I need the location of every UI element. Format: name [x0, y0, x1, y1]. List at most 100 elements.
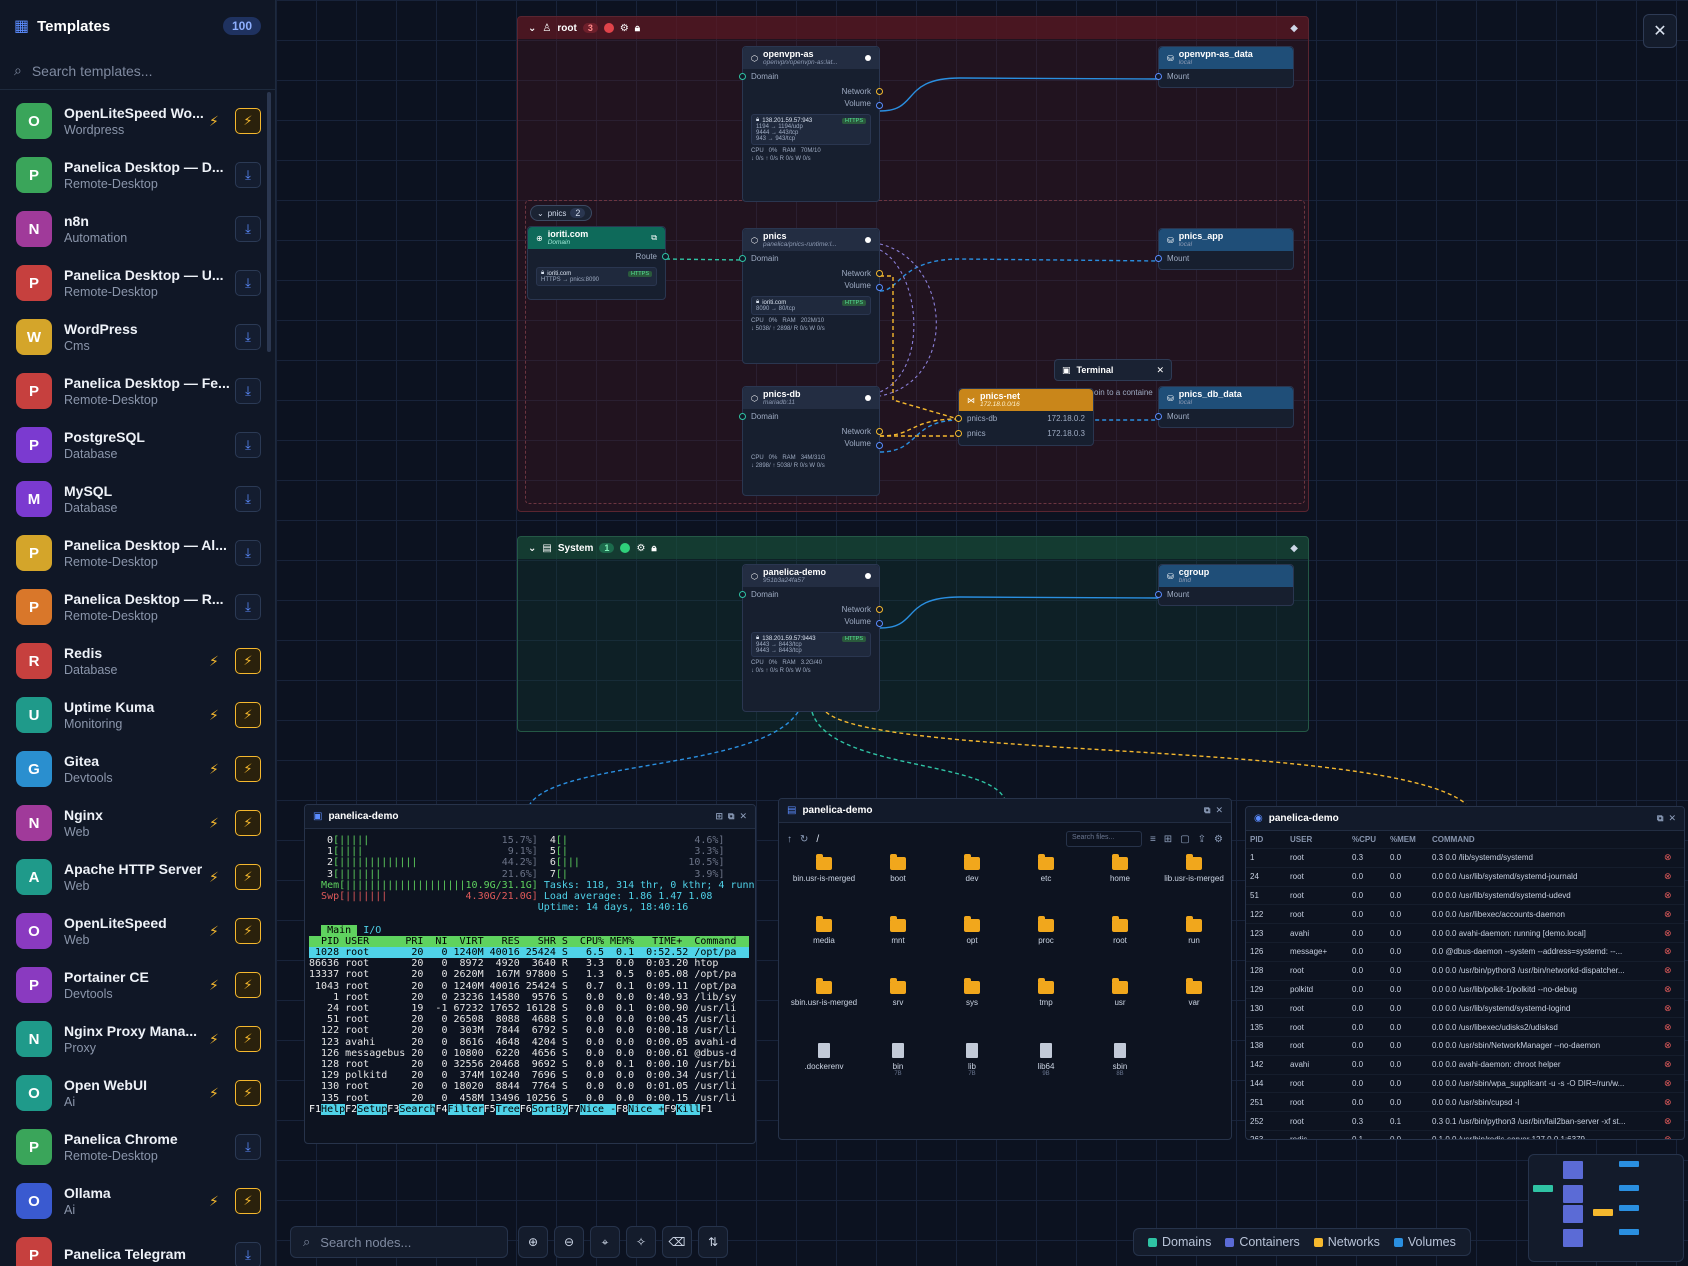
file-item[interactable]: sbin 8B [1083, 1043, 1157, 1097]
folder-item[interactable]: home [1083, 854, 1157, 911]
quick-deploy-button[interactable]: ⚡︎ [235, 864, 261, 890]
kill-process-icon[interactable]: ⊗ [1664, 1078, 1680, 1089]
running-status-icon[interactable] [620, 543, 631, 553]
download-button[interactable]: ⤓ [235, 378, 261, 404]
domain-port[interactable] [739, 413, 746, 420]
htop-terminal-panel[interactable]: ▣ panelica-demo ⊞ ⧉ ✕ 0[||||| 15.7%] 4[| 4… [304, 804, 756, 1144]
domain-link[interactable]: ioriti.com [547, 271, 571, 277]
folder-item[interactable]: srv [861, 978, 935, 1035]
table-row[interactable]: 126 message+ 0.0 0.0 0.0 @dbus-daemon --syst… [1246, 943, 1684, 962]
volume-node-pnics-db-data[interactable]: ⛁ pnics_db_data local Mount [1155, 386, 1294, 428]
kill-process-icon[interactable]: ⊗ [1664, 984, 1680, 995]
kill-process-icon[interactable]: ⊗ [1664, 871, 1680, 882]
domain-port[interactable] [739, 591, 746, 598]
column-header[interactable]: COMMAND [1432, 835, 1664, 844]
template-item[interactable]: M MySQL Database ⤓ [0, 472, 275, 526]
table-row[interactable]: 144 root 0.0 0.0 0.0 0.0 /usr/sbin/wpa_suppl… [1246, 1075, 1684, 1094]
template-item[interactable]: P Panelica Desktop — Fe... Remote-Desktop ⤓ [0, 364, 275, 418]
detach-icon[interactable]: ⧉ [728, 811, 734, 822]
kill-process-icon[interactable]: ⊗ [1664, 965, 1680, 976]
kill-process-icon[interactable]: ⊗ [1664, 890, 1680, 901]
file-browser-panel[interactable]: ▤ panelica-demo ⧉ ✕ ↑ ↻ / Search files...… [778, 798, 1232, 1140]
folder-item[interactable]: root [1083, 916, 1157, 973]
volume-node-cgroup[interactable]: ⛁ cgroup bind Mount [1155, 564, 1294, 606]
file-item[interactable]: .dockerenv [787, 1043, 861, 1097]
template-item[interactable]: P Panelica Desktop — D... Remote-Desktop ⤓ [0, 148, 275, 202]
kill-process-icon[interactable]: ⊗ [1664, 1040, 1680, 1051]
download-button[interactable]: ⤓ [235, 1242, 261, 1266]
template-item[interactable]: P Panelica Desktop — R... Remote-Desktop ⤓ [0, 580, 275, 634]
address-link[interactable]: 138.201.59.57:943 [762, 118, 812, 124]
external-link-icon[interactable]: ⧉ [651, 233, 657, 243]
download-button[interactable]: ⤓ [235, 1134, 261, 1160]
template-item[interactable]: P Panelica Telegram ⤓ [0, 1228, 275, 1266]
table-row[interactable]: 129 polkitd 0.0 0.0 0.0 0.0 /usr/lib/polkit-… [1246, 981, 1684, 1000]
fit-view-button[interactable]: ⌖ [590, 1226, 620, 1258]
column-header[interactable]: PID [1250, 835, 1290, 844]
container-node-pnics[interactable]: ⬡ pnics panelica/pnics-runtime:l... Doma… [739, 228, 883, 364]
download-button[interactable]: ⤓ [235, 216, 261, 242]
template-item[interactable]: O OpenLiteSpeed Web ⚡︎ ⚡︎ [0, 904, 275, 958]
column-header[interactable]: %MEM [1390, 835, 1432, 844]
quick-deploy-button[interactable]: ⚡︎ [235, 1188, 261, 1214]
folder-item[interactable]: boot [861, 854, 935, 911]
kill-process-icon[interactable]: ⊗ [1664, 1134, 1680, 1139]
volume-node-openvpn-data[interactable]: ⛁ openvpn-as_data local Mount [1155, 46, 1294, 88]
table-row[interactable]: 252 root 0.3 0.1 0.3 0.1 /usr/bin/python3 /u… [1246, 1112, 1684, 1131]
domain-port[interactable] [739, 73, 746, 80]
folder-item[interactable]: usr [1083, 978, 1157, 1035]
legend-item[interactable]: Containers [1225, 1235, 1300, 1249]
network-port[interactable] [876, 428, 883, 435]
template-item[interactable]: O Ollama Ai ⚡︎ ⚡︎ [0, 1174, 275, 1228]
mount-port[interactable] [1155, 73, 1162, 80]
settings-icon[interactable]: ⚙ [636, 543, 645, 554]
upload-icon[interactable]: ⇪ [1198, 834, 1206, 845]
kill-process-icon[interactable]: ⊗ [1664, 1059, 1680, 1070]
quick-deploy-button[interactable]: ⚡︎ [235, 1026, 261, 1052]
template-item[interactable]: U Uptime Kuma Monitoring ⚡︎ ⚡︎ [0, 688, 275, 742]
template-item[interactable]: P PostgreSQL Database ⤓ [0, 418, 275, 472]
download-button[interactable]: ⤓ [235, 324, 261, 350]
file-item[interactable]: lib 7B [935, 1043, 1009, 1097]
network-port[interactable] [876, 606, 883, 613]
auto-layout-button[interactable]: ✧ [626, 1226, 656, 1258]
volume-port[interactable] [876, 442, 883, 449]
table-row[interactable]: 122 root 0.0 0.0 0.0 0.0 /usr/libexec/accoun… [1246, 905, 1684, 925]
new-file-icon[interactable]: ▢ [1180, 834, 1189, 845]
kill-process-icon[interactable]: ⊗ [1664, 1097, 1680, 1108]
quick-deploy-button[interactable]: ⚡︎ [235, 108, 261, 134]
close-icon[interactable]: ✕ [1156, 365, 1164, 376]
template-item[interactable]: P Portainer CE Devtools ⚡︎ ⚡︎ [0, 958, 275, 1012]
legend-item[interactable]: Volumes [1393, 1235, 1456, 1249]
node-search-input[interactable]: ⌕ Search nodes... [290, 1226, 508, 1258]
domain-node-ioriti[interactable]: ⊕ ioriti.com Domain ⧉ Route 🔒︎ ioriti.com… [527, 226, 669, 300]
close-button[interactable]: ✕ [1643, 14, 1677, 48]
detach-icon[interactable]: ⧉ [1657, 813, 1663, 824]
template-item[interactable]: A Apache HTTP Server Web ⚡︎ ⚡︎ [0, 850, 275, 904]
legend-item[interactable]: Networks [1313, 1235, 1380, 1249]
legend-item[interactable]: Domains [1148, 1235, 1211, 1249]
network-port[interactable] [876, 88, 883, 95]
domain-port[interactable] [739, 255, 746, 262]
table-row[interactable]: 251 root 0.0 0.0 0.0 0.0 /usr/sbin/cupsd -l ⊗ [1246, 1093, 1684, 1113]
mount-port[interactable] [1155, 255, 1162, 262]
template-item[interactable]: N Nginx Web ⚡︎ ⚡︎ [0, 796, 275, 850]
volume-port[interactable] [876, 102, 883, 109]
folder-item[interactable]: media [787, 916, 861, 973]
table-row[interactable]: 123 avahi 0.0 0.0 0.0 0.0 avahi-daemon: runn… [1246, 924, 1684, 943]
folder-item[interactable]: lib.usr-is-merged [1157, 854, 1231, 911]
address-link[interactable]: 138.201.59.57:9443 [762, 636, 815, 642]
zoom-in-button[interactable]: ⊕ [518, 1226, 548, 1258]
quick-deploy-button[interactable]: ⚡︎ [235, 702, 261, 728]
terminal-popup[interactable]: ▣ Terminal ✕ [1054, 359, 1172, 381]
network-port[interactable] [876, 270, 883, 277]
kill-process-icon[interactable]: ⊗ [1664, 928, 1680, 939]
folder-item[interactable]: opt [935, 916, 1009, 973]
zoom-out-button[interactable]: ⊖ [554, 1226, 584, 1258]
table-row[interactable]: 130 root 0.0 0.0 0.0 0.0 /usr/lib/systemd/sy… [1246, 999, 1684, 1019]
network-node-pnics-net[interactable]: ⋈ pnics-net 172.18.0.0/16 pnics-db 172.18… [955, 388, 1094, 446]
quick-deploy-button[interactable]: ⚡︎ [235, 1080, 261, 1106]
process-list-panel[interactable]: ◉ panelica-demo ⧉ ✕ PID USER %CPU %MEM COMMAN… [1245, 806, 1685, 1140]
close-icon[interactable]: ✕ [1668, 813, 1676, 824]
kill-process-icon[interactable]: ⊗ [1664, 852, 1680, 863]
